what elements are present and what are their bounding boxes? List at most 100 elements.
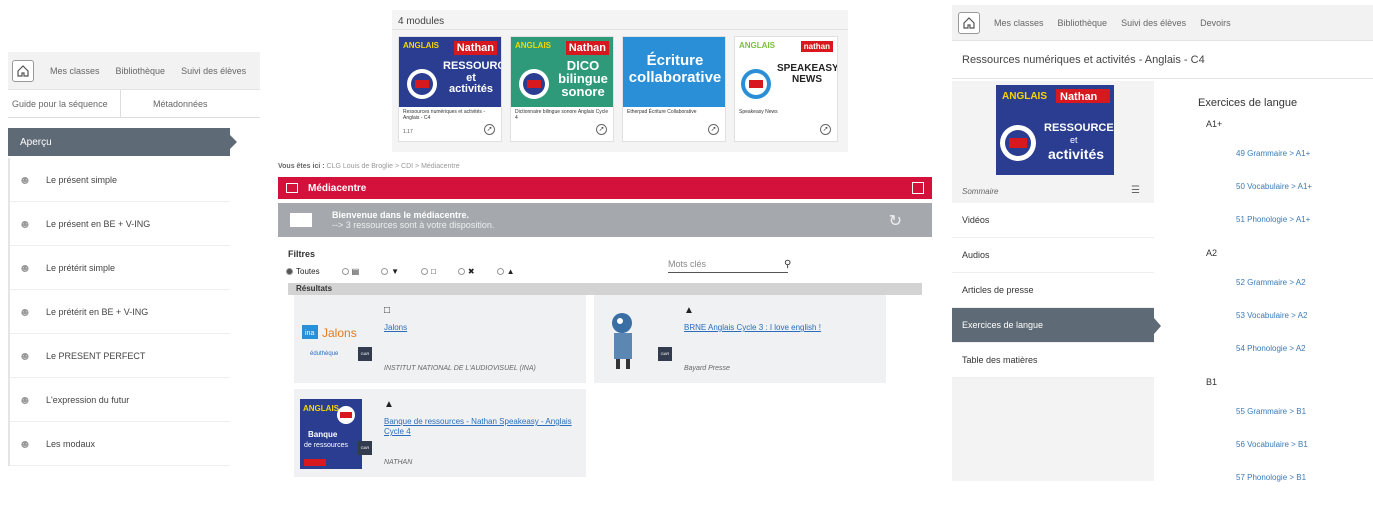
filter-pen[interactable]: ▼ [381, 267, 399, 276]
filter-all[interactable]: Toutes [286, 267, 320, 276]
subtabs: Guide pour la séquence Métadonnées [8, 90, 260, 118]
radio-icon [421, 267, 429, 275]
nav-suivi[interactable]: Suivi des élèves [181, 66, 246, 76]
filter-all-label: Toutes [296, 266, 320, 276]
resource-card[interactable]: ina Jalons éduthèque GAR □ Jalons INSTITUT… [294, 295, 586, 383]
svg-text:Banque: Banque [308, 430, 338, 439]
breadcrumb-path[interactable]: CLG Louis de Broglie > CDI > Médiacentre [327, 163, 460, 170]
list-icon[interactable]: ☰ [1131, 185, 1140, 196]
filter-tools[interactable]: ✖ [457, 267, 475, 276]
jalons-logo: ina Jalons éduthèque [300, 305, 362, 375]
search-icon[interactable]: ⚲ [784, 259, 791, 270]
open-icon[interactable]: ➚ [708, 124, 719, 135]
apercu-item[interactable]: Aperçu [8, 128, 237, 156]
home-icon[interactable] [12, 59, 34, 82]
open-icon[interactable]: ➚ [484, 124, 495, 135]
home-icon[interactable] [958, 11, 980, 34]
resource-card[interactable]: GAR ▲ BRNE Anglais Cycle 3 : I love engl… [594, 295, 886, 383]
user-icon: ☻ [18, 172, 32, 187]
module-cover: ANGLAIS nathan SPEAKEASY NEWS [735, 37, 837, 107]
filter-laptop[interactable]: □ [421, 267, 436, 276]
list-item[interactable]: ☻ Les modaux [10, 422, 230, 466]
nav-suivi[interactable]: Suivi des élèves [1121, 18, 1186, 28]
gar-logo [290, 213, 312, 227]
keywords-input[interactable]: Mots clés [668, 259, 788, 273]
list-item[interactable]: ☻ Le prétérit en BE + V-ING [10, 290, 230, 334]
module-card-speakeasy[interactable]: ANGLAIS nathan SPEAKEASY NEWS Speakeasy … [734, 36, 838, 142]
graduation-cap-icon: ▲ [684, 305, 694, 316]
exercise-link[interactable]: 52 Grammaire > A2 [1236, 278, 1368, 287]
module-caption: Ressources numériques et activités - Ang… [403, 109, 485, 121]
menu-item-articles[interactable]: Articles de presse [952, 273, 1154, 308]
list-item[interactable]: ☻ Le PRESENT PERFECT [10, 334, 230, 378]
radio-icon [341, 267, 349, 275]
globe-icon [519, 69, 549, 99]
section-menu: Vidéos Audios Articles de presse Exercic… [952, 203, 1161, 378]
welcome-subtitle: --> 3 ressources sont à votre dispositio… [332, 220, 495, 230]
graduation-cap-icon: ▲ [506, 266, 515, 276]
module-card-ecriture[interactable]: Écriture collaborative Etherpad Écriture… [622, 36, 726, 142]
list-item[interactable]: ☻ Le présent en BE + V-ING [10, 202, 230, 246]
user-icon: ☻ [18, 348, 32, 363]
exercise-link[interactable]: 51 Phonologie > A1+ [1236, 215, 1368, 224]
exercise-link[interactable]: 56 Vocabulaire > B1 [1236, 440, 1368, 449]
modules-count: 4 modules [392, 10, 848, 30]
resource-title-link[interactable]: Banque de ressources - Nathan Speakeasy … [384, 417, 580, 437]
sequence-panel: Mes classes Bibliothèque Suivi des élève… [8, 52, 260, 466]
refresh-icon[interactable]: ↻ [889, 211, 902, 231]
welcome-title: Bienvenue dans le médiacentre. [332, 210, 470, 220]
nav-mes-classes[interactable]: Mes classes [50, 66, 100, 76]
level-heading: A1+ [1206, 119, 1223, 129]
resource-card[interactable]: ANGLAIS Banque de ressources GAR ▲ Banque … [294, 389, 586, 477]
exercise-link[interactable]: 54 Phonologie > A2 [1236, 344, 1368, 353]
open-icon[interactable]: ➚ [820, 124, 831, 135]
nav-bibliotheque[interactable]: Bibliothèque [1058, 18, 1108, 28]
filters-label: Filtres [288, 249, 316, 259]
resource-title-link[interactable]: BRNE Anglais Cycle 3 : I love english ! [684, 323, 880, 333]
list-item-label: Le prétérit simple [46, 262, 116, 273]
nav-mes-classes[interactable]: Mes classes [994, 18, 1044, 28]
list-item[interactable]: ☻ Le prétérit simple [10, 246, 230, 290]
exercise-link[interactable]: 53 Vocabulaire > A2 [1236, 311, 1368, 320]
menu-item-exercices[interactable]: Exercices de langue [952, 308, 1161, 343]
tab-guide[interactable]: Guide pour la séquence [8, 90, 120, 117]
resource-title-link[interactable]: Jalons [384, 323, 580, 333]
gar-badge: GAR [658, 347, 672, 361]
menu-item-table[interactable]: Table des matières [952, 343, 1154, 378]
menu-item-audios[interactable]: Audios [952, 238, 1154, 273]
user-icon: ☻ [18, 260, 32, 275]
svg-text:Nathan: Nathan [1060, 91, 1098, 103]
list-item-label: L'expression du futur [46, 394, 130, 405]
publisher-logo: Nathan [565, 41, 609, 55]
module-card-ressources[interactable]: ANGLAIS Nathan RESSOURCES et activités R… [398, 36, 502, 142]
page-title: Ressources numériques et activités - Ang… [952, 41, 1373, 79]
module-card-dico[interactable]: ANGLAIS Nathan DICO bilingue sonore Dict… [510, 36, 614, 142]
filter-book[interactable]: ▤ [341, 267, 359, 276]
pen-icon: ▼ [391, 266, 400, 276]
user-icon: ☻ [18, 216, 32, 231]
module-caption: Speakeasy News [739, 109, 778, 115]
svg-text:ANGLAIS: ANGLAIS [303, 404, 340, 413]
list-item[interactable]: ☻ L'expression du futur [10, 378, 230, 422]
filter-graduation[interactable]: ▲ [496, 266, 515, 276]
nav-bibliotheque[interactable]: Bibliothèque [116, 66, 166, 76]
publisher-logo: nathan [800, 41, 833, 52]
filter-row: Toutes ▤ ▼ □ ✖ ▲ [286, 263, 932, 279]
open-icon[interactable]: ➚ [596, 124, 607, 135]
brne-illustration [600, 305, 662, 375]
svg-text:ina: ina [305, 330, 314, 337]
tab-metadonnees[interactable]: Métadonnées [120, 90, 232, 117]
fullscreen-icon[interactable] [912, 182, 924, 194]
exercise-link[interactable]: 49 Grammaire > A1+ [1236, 149, 1368, 158]
radio-icon [381, 267, 389, 275]
menu-item-videos[interactable]: Vidéos [952, 203, 1154, 238]
sommaire-label: Sommaire [962, 187, 999, 196]
exercise-link[interactable]: 50 Vocabulaire > A1+ [1236, 182, 1368, 191]
svg-text:ANGLAIS: ANGLAIS [1002, 91, 1047, 102]
laptop-icon: □ [384, 305, 391, 316]
nav-devoirs[interactable]: Devoirs [1200, 18, 1231, 28]
exercise-link[interactable]: 55 Grammaire > B1 [1236, 407, 1368, 416]
gar-badge: GAR [358, 347, 372, 361]
list-item[interactable]: ☻ Le présent simple [10, 158, 230, 202]
user-icon: ☻ [18, 392, 32, 407]
